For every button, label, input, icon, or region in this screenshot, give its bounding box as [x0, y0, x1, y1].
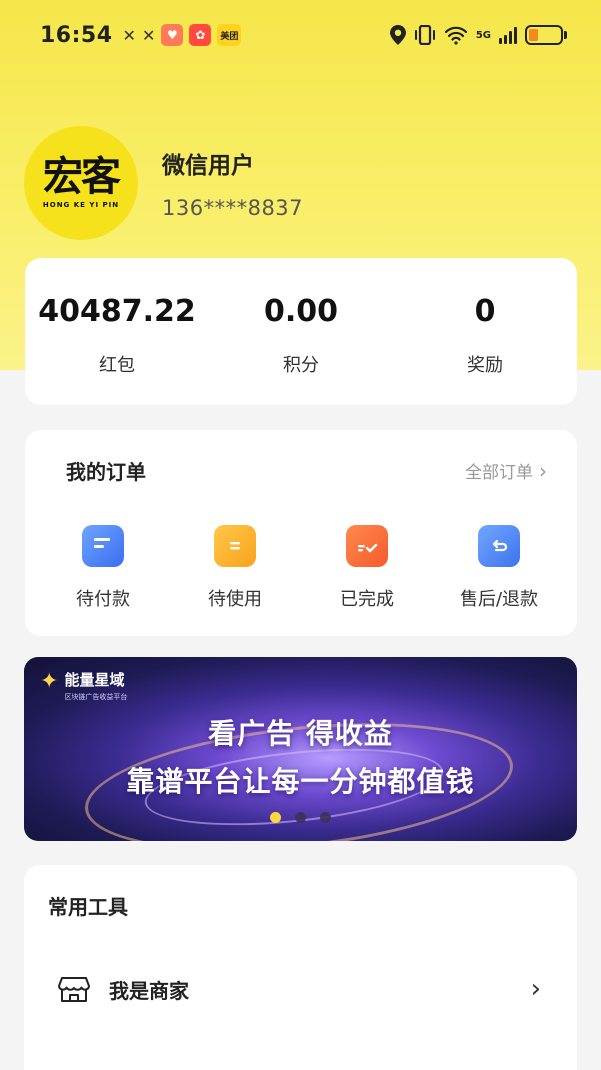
shop-icon	[58, 977, 90, 1002]
order-completed[interactable]: 已完成	[307, 525, 427, 611]
promo-banner[interactable]: ✦ 能量星域 区块链广告收益平台 看广告 得收益 靠谱平台让每一分钟都值钱	[24, 657, 577, 841]
app-notification-icon: ✿	[189, 24, 212, 46]
status-bar: 16:54 ✕ ✕ ♥ ✿ 美团 5G	[0, 0, 601, 70]
order-refund[interactable]: 售后/退款	[439, 525, 559, 611]
order-status-row: 待付款 待使用 已完成 售后/退款	[25, 525, 577, 611]
battery-icon	[525, 25, 567, 45]
orders-header: 我的订单 全部订单 ›	[25, 430, 577, 485]
orders-title: 我的订单	[66, 460, 146, 484]
common-tools-card: 常用工具 我是商家 ›	[24, 865, 577, 1070]
stat-value: 0.00	[263, 294, 339, 329]
vibrate-icon	[414, 25, 435, 45]
check-box-icon	[346, 525, 388, 567]
pagination-dot[interactable]	[320, 812, 331, 823]
stat-rewards[interactable]: 0 奖励	[393, 258, 577, 405]
missed-call-icon: ✕	[141, 25, 156, 45]
status-right-icons: 5G	[389, 25, 567, 45]
pagination-dot[interactable]	[270, 812, 281, 823]
wallet-icon	[82, 525, 124, 567]
stats-card: 40487.22 红包 0.00 积分 0 奖励	[25, 258, 577, 405]
order-pending-payment[interactable]: 待付款	[43, 525, 163, 611]
tools-title: 常用工具	[48, 895, 128, 919]
all-orders-link[interactable]: 全部订单 ›	[465, 458, 547, 484]
chevron-right-icon: ›	[530, 974, 541, 1004]
tool-item-merchant[interactable]: 我是商家 ›	[24, 972, 577, 1006]
stat-label: 红包	[99, 355, 135, 376]
order-label: 已完成	[340, 589, 394, 610]
banner-brand: ✦ 能量星域 区块链广告收益平台	[40, 669, 127, 702]
stat-label: 积分	[283, 355, 319, 376]
stat-red-packet[interactable]: 40487.22 红包	[25, 258, 209, 405]
all-orders-label: 全部订单	[465, 463, 533, 483]
order-to-use[interactable]: 待使用	[175, 525, 295, 611]
stat-value: 0	[474, 294, 496, 329]
notification-icons: ✕ ✕ ♥ ✿ 美团	[123, 24, 242, 46]
order-label: 待付款	[76, 589, 130, 610]
missed-call-icon: ✕	[122, 25, 136, 45]
stat-label: 奖励	[467, 355, 503, 376]
banner-brand-name: 能量星域	[64, 671, 125, 689]
tool-label: 我是商家	[109, 978, 189, 1003]
avatar-logo-subtitle: HONG KE YI PIN	[42, 201, 120, 209]
avatar[interactable]: 宏客 HONG KE YI PIN	[24, 126, 138, 240]
banner-pagination	[24, 812, 577, 823]
order-label: 待使用	[208, 589, 262, 610]
meituan-icon: 美团	[217, 24, 242, 46]
status-time: 16:54	[40, 22, 113, 48]
profile-info: 微信用户 136****8837	[162, 146, 303, 220]
stat-value: 40487.22	[38, 294, 196, 329]
ticket-icon	[214, 525, 256, 567]
banner-brand-subtitle: 区块链广告收益平台	[64, 693, 128, 701]
signal-icon	[499, 26, 517, 44]
user-phone: 136****8837	[162, 196, 304, 220]
banner-subheadline: 靠谱平台让每一分钟都值钱	[126, 765, 475, 798]
user-profile[interactable]: 宏客 HONG KE YI PIN 微信用户 136****8837	[24, 126, 303, 240]
chevron-right-icon: ›	[539, 458, 547, 483]
refund-icon	[478, 525, 520, 567]
order-label: 售后/退款	[459, 589, 539, 610]
health-app-icon: ♥	[161, 24, 184, 46]
network-type: 5G	[475, 29, 491, 41]
sparkle-icon: ✦	[40, 669, 59, 694]
stat-points[interactable]: 0.00 积分	[209, 258, 393, 405]
pagination-dot[interactable]	[295, 812, 306, 823]
my-orders-card: 我的订单 全部订单 › 待付款 待使用 已完成 售后/退款	[25, 430, 577, 636]
location-icon	[389, 25, 406, 45]
user-name: 微信用户	[162, 153, 254, 179]
battery-level	[529, 29, 538, 41]
wifi-icon	[444, 26, 467, 45]
avatar-logo: 宏客	[43, 153, 121, 200]
banner-headline: 看广告 得收益	[208, 717, 393, 750]
